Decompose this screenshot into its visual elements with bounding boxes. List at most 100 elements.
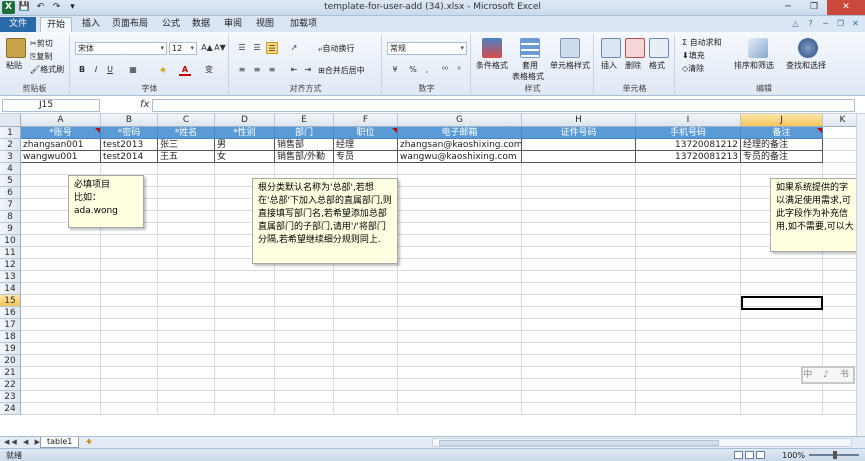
cell-g22[interactable] — [398, 379, 522, 391]
header-cell-g1[interactable]: 电子邮箱 — [398, 127, 522, 139]
column-header-a[interactable]: A — [21, 114, 101, 127]
cell-i16[interactable] — [636, 307, 741, 319]
cell-b22[interactable] — [101, 379, 158, 391]
zoom-slider-thumb[interactable] — [833, 451, 837, 459]
cell-e13[interactable] — [275, 271, 334, 283]
cell-h18[interactable] — [522, 331, 636, 343]
increase-indent-icon[interactable]: ⇥ — [302, 64, 314, 76]
copy-button[interactable]: ⎘复制 — [30, 51, 52, 62]
insert-cells-button[interactable]: 插入 — [601, 60, 617, 71]
format-table-icon[interactable] — [520, 38, 540, 58]
column-header-g[interactable]: G — [398, 114, 522, 127]
cell-g23[interactable] — [398, 391, 522, 403]
cell-h23[interactable] — [522, 391, 636, 403]
cell-d24[interactable] — [215, 403, 275, 415]
cell-i11[interactable] — [636, 247, 741, 259]
paste-icon[interactable] — [6, 38, 26, 58]
table-cell-g2[interactable]: zhangsan@kaoshixing.com — [398, 139, 522, 151]
cell-a15[interactable] — [21, 295, 101, 307]
cell-f4[interactable] — [334, 163, 398, 175]
table-cell-h2[interactable] — [522, 139, 636, 151]
cell-h21[interactable] — [522, 367, 636, 379]
cell-a21[interactable] — [21, 367, 101, 379]
cell-b19[interactable] — [101, 343, 158, 355]
cell-g6[interactable] — [398, 187, 522, 199]
merge-center-button[interactable]: ⊞合并后居中 — [318, 65, 365, 76]
cell-j12[interactable] — [741, 259, 823, 271]
cell-i4[interactable] — [636, 163, 741, 175]
cell-f22[interactable] — [334, 379, 398, 391]
cell-c24[interactable] — [158, 403, 215, 415]
cell-e21[interactable] — [275, 367, 334, 379]
cell-d13[interactable] — [215, 271, 275, 283]
number-format-select[interactable]: 常规 — [387, 42, 467, 55]
delete-cells-icon[interactable] — [625, 38, 645, 58]
font-size-select[interactable]: 12 — [169, 42, 197, 55]
header-cell-b1[interactable]: *密码 — [101, 127, 158, 139]
table-cell-d2[interactable]: 男 — [215, 139, 275, 151]
cell-i15[interactable] — [636, 295, 741, 307]
align-bottom-icon[interactable]: ☰ — [266, 42, 278, 54]
cell-h14[interactable] — [522, 283, 636, 295]
tab-file[interactable]: 文件 — [0, 17, 36, 32]
row-header-19[interactable]: 19 — [0, 343, 21, 355]
cell-i8[interactable] — [636, 211, 741, 223]
tab-page-layout[interactable]: 页面布局 — [106, 17, 154, 32]
table-cell-f2[interactable]: 经理 — [334, 139, 398, 151]
cell-g14[interactable] — [398, 283, 522, 295]
row-header-20[interactable]: 20 — [0, 355, 21, 367]
underline-button[interactable]: U — [104, 64, 116, 76]
cell-j19[interactable] — [741, 343, 823, 355]
find-select-button[interactable]: 查找和选择 — [786, 60, 826, 71]
sheet-tab-table1[interactable]: table1 — [40, 437, 80, 448]
format-cells-icon[interactable] — [649, 38, 669, 58]
close-button[interactable]: ✕ — [827, 0, 865, 15]
cell-b14[interactable] — [101, 283, 158, 295]
cell-b13[interactable] — [101, 271, 158, 283]
insert-cells-icon[interactable] — [601, 38, 621, 58]
bold-button[interactable]: B — [76, 64, 88, 76]
conditional-format-button[interactable]: 条件格式 — [476, 60, 508, 71]
cell-c12[interactable] — [158, 259, 215, 271]
cell-e15[interactable] — [275, 295, 334, 307]
row-header-9[interactable]: 9 — [0, 223, 21, 235]
cell-j17[interactable] — [741, 319, 823, 331]
tab-home[interactable]: 开始 — [40, 17, 73, 32]
align-top-icon[interactable]: ☰ — [236, 42, 248, 54]
cell-f21[interactable] — [334, 367, 398, 379]
cell-d4[interactable] — [215, 163, 275, 175]
cell-h7[interactable] — [522, 199, 636, 211]
tab-data[interactable]: 数据 — [186, 17, 216, 32]
row-header-21[interactable]: 21 — [0, 367, 21, 379]
header-cell-f1[interactable]: 职位 — [334, 127, 398, 139]
cell-h8[interactable] — [522, 211, 636, 223]
tab-insert[interactable]: 插入 — [76, 17, 106, 32]
delete-cells-button[interactable]: 删除 — [625, 60, 641, 71]
cell-e20[interactable] — [275, 355, 334, 367]
cell-c8[interactable] — [158, 211, 215, 223]
table-cell-g3[interactable]: wangwu@kaoshixing.com — [398, 151, 522, 163]
cell-d21[interactable] — [215, 367, 275, 379]
cell-g11[interactable] — [398, 247, 522, 259]
doc-close-icon[interactable]: ✕ — [850, 18, 861, 29]
cell-c16[interactable] — [158, 307, 215, 319]
cell-h22[interactable] — [522, 379, 636, 391]
cell-c22[interactable] — [158, 379, 215, 391]
cell-h13[interactable] — [522, 271, 636, 283]
cell-c20[interactable] — [158, 355, 215, 367]
cell-g10[interactable] — [398, 235, 522, 247]
comma-button[interactable]: , — [421, 64, 433, 76]
cell-a10[interactable] — [21, 235, 101, 247]
cell-b17[interactable] — [101, 319, 158, 331]
sort-filter-icon[interactable] — [748, 38, 768, 58]
row-header-24[interactable]: 24 — [0, 403, 21, 415]
cell-a22[interactable] — [21, 379, 101, 391]
cell-e19[interactable] — [275, 343, 334, 355]
row-header-5[interactable]: 5 — [0, 175, 21, 187]
percent-button[interactable]: % — [407, 64, 419, 76]
cell-g20[interactable] — [398, 355, 522, 367]
cell-a11[interactable] — [21, 247, 101, 259]
cell-g8[interactable] — [398, 211, 522, 223]
row-header-4[interactable]: 4 — [0, 163, 21, 175]
cell-f17[interactable] — [334, 319, 398, 331]
